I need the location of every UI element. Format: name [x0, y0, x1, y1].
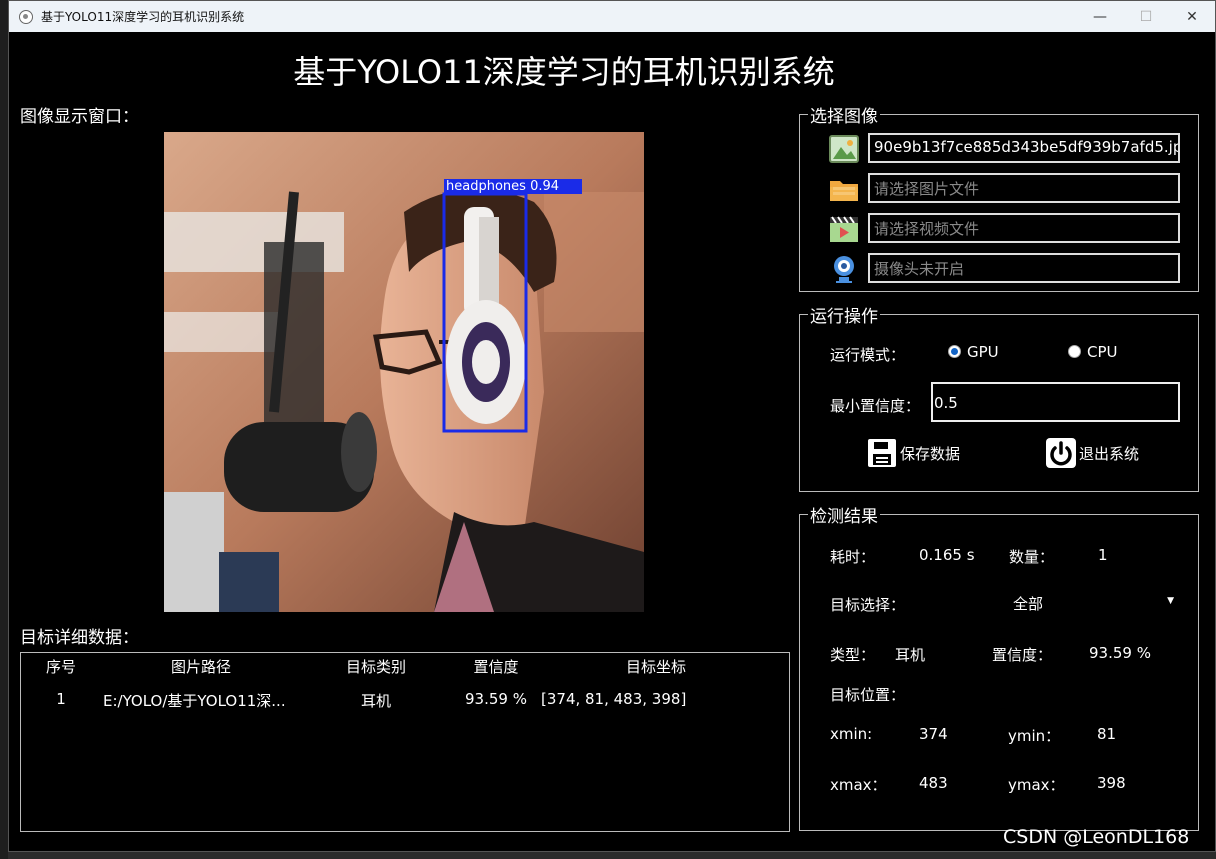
- ymin-value: 81: [1097, 725, 1117, 743]
- gpu-label[interactable]: GPU: [967, 343, 999, 361]
- results-title: 检测结果: [808, 502, 880, 527]
- app-title: 基于YOLO11深度学习的耳机识别系统: [293, 53, 835, 91]
- power-icon: [1046, 438, 1076, 468]
- header-path: 图片路径: [170, 658, 231, 676]
- select-image-group: 选择图像 90e9b13f7ce885d343be5df939b7afd5.jp…: [799, 102, 1199, 292]
- camera-field[interactable]: 摄像头未开启: [868, 253, 1180, 283]
- header-index: 序号: [45, 658, 76, 676]
- header-confidence: 置信度: [473, 658, 519, 676]
- table-label: 目标详细数据：: [20, 628, 139, 648]
- save-button[interactable]: 保存数据: [866, 437, 960, 469]
- count-value: 1: [1098, 546, 1108, 564]
- image-display-label: 图像显示窗口：: [20, 107, 139, 127]
- ymin-label: ymin：: [1008, 727, 1061, 745]
- time-label: 耗时：: [830, 548, 876, 566]
- detection-label: headphones 0.94: [446, 179, 559, 194]
- video-file-field[interactable]: 请选择视频文件: [868, 213, 1180, 243]
- table-row[interactable]: 1 E:/YOLO/基于YOLO11深... 耳机 93.59 % [374, …: [21, 690, 789, 714]
- save-icon: [868, 439, 896, 467]
- row-confidence: 93.59 %: [465, 690, 527, 708]
- chevron-down-icon: ▼: [1167, 596, 1174, 606]
- type-label: 类型：: [830, 646, 876, 664]
- xmin-value: 374: [919, 725, 948, 743]
- cpu-radio[interactable]: [1068, 345, 1081, 358]
- type-value: 耳机: [895, 646, 926, 664]
- detection-table: 序号 图片路径 目标类别 置信度 目标坐标 1 E:/YOLO/基于YOLO11…: [20, 652, 790, 832]
- background-editor-strip: [0, 0, 8, 859]
- table-header: 序号 图片路径 目标类别 置信度 目标坐标: [21, 656, 789, 680]
- camera-icon[interactable]: [828, 253, 860, 285]
- time-value: 0.165 s: [919, 546, 975, 564]
- video-icon[interactable]: [828, 213, 860, 245]
- exit-label: 退出系统: [1079, 444, 1140, 463]
- conf-input[interactable]: 0.5: [931, 382, 1180, 422]
- header-coords: 目标坐标: [625, 658, 686, 676]
- folder-icon[interactable]: [828, 173, 860, 205]
- title-bar: 基于YOLO11深度学习的耳机识别系统 — ☐ ✕: [9, 1, 1215, 32]
- row-coords: [374, 81, 483, 398]: [541, 690, 687, 708]
- results-group: 检测结果 耗时： 0.165 s 数量： 1 目标选择： 全部 ▼ 类型： 耳机…: [799, 502, 1199, 831]
- xmax-label: xmax：: [830, 776, 887, 794]
- exit-button[interactable]: 退出系统: [1045, 437, 1139, 469]
- app-icon: [19, 9, 33, 24]
- minimize-button[interactable]: —: [1077, 1, 1123, 32]
- close-button[interactable]: ✕: [1169, 1, 1215, 32]
- row-index: 1: [56, 690, 66, 708]
- xmin-label: xmin:: [830, 725, 873, 743]
- result-conf-value: 93.59 %: [1089, 644, 1151, 662]
- image-file-field[interactable]: 请选择图片文件: [868, 173, 1180, 203]
- operations-title: 运行操作: [808, 302, 880, 327]
- window-controls: — ☐ ✕: [1077, 1, 1215, 32]
- select-image-title: 选择图像: [808, 102, 880, 127]
- target-select[interactable]: 全部 ▼: [1010, 593, 1180, 615]
- header-class: 目标类别: [345, 658, 406, 676]
- xmax-value: 483: [919, 774, 948, 792]
- target-select-value: 全部: [1013, 595, 1044, 613]
- operations-group: 运行操作 运行模式： GPU CPU 最小置信度： 0.5 保存数据 退出系统: [799, 302, 1199, 492]
- row-path: E:/YOLO/基于YOLO11深...: [103, 692, 286, 710]
- watermark: CSDN @LeonDL168: [1003, 826, 1190, 848]
- detection-photo: [164, 132, 644, 612]
- window-title: 基于YOLO11深度学习的耳机识别系统: [41, 10, 245, 24]
- conf-label: 最小置信度：: [830, 397, 921, 415]
- count-label: 数量：: [1009, 548, 1055, 566]
- ymax-value: 398: [1097, 774, 1126, 792]
- maximize-button[interactable]: ☐: [1123, 1, 1169, 32]
- detection-score: 0.94: [530, 179, 560, 194]
- row-class: 耳机: [360, 692, 391, 710]
- cpu-label[interactable]: CPU: [1087, 343, 1118, 361]
- ymax-label: ymax：: [1008, 776, 1065, 794]
- result-conf-label: 置信度：: [992, 646, 1053, 664]
- image-display: headphones 0.94: [164, 132, 644, 612]
- image-icon[interactable]: [828, 133, 860, 165]
- detection-class: headphones: [446, 179, 526, 194]
- mode-label: 运行模式：: [830, 346, 906, 364]
- target-select-label: 目标选择：: [830, 596, 906, 614]
- gpu-radio[interactable]: [948, 345, 961, 358]
- app-window: 基于YOLO11深度学习的耳机识别系统 — ☐ ✕ 基于YOLO11深度学习的耳…: [8, 0, 1216, 852]
- position-label: 目标位置：: [830, 686, 906, 704]
- save-label: 保存数据: [900, 444, 961, 463]
- image-path-field[interactable]: 90e9b13f7ce885d343be5df939b7afd5.jpg: [868, 133, 1180, 163]
